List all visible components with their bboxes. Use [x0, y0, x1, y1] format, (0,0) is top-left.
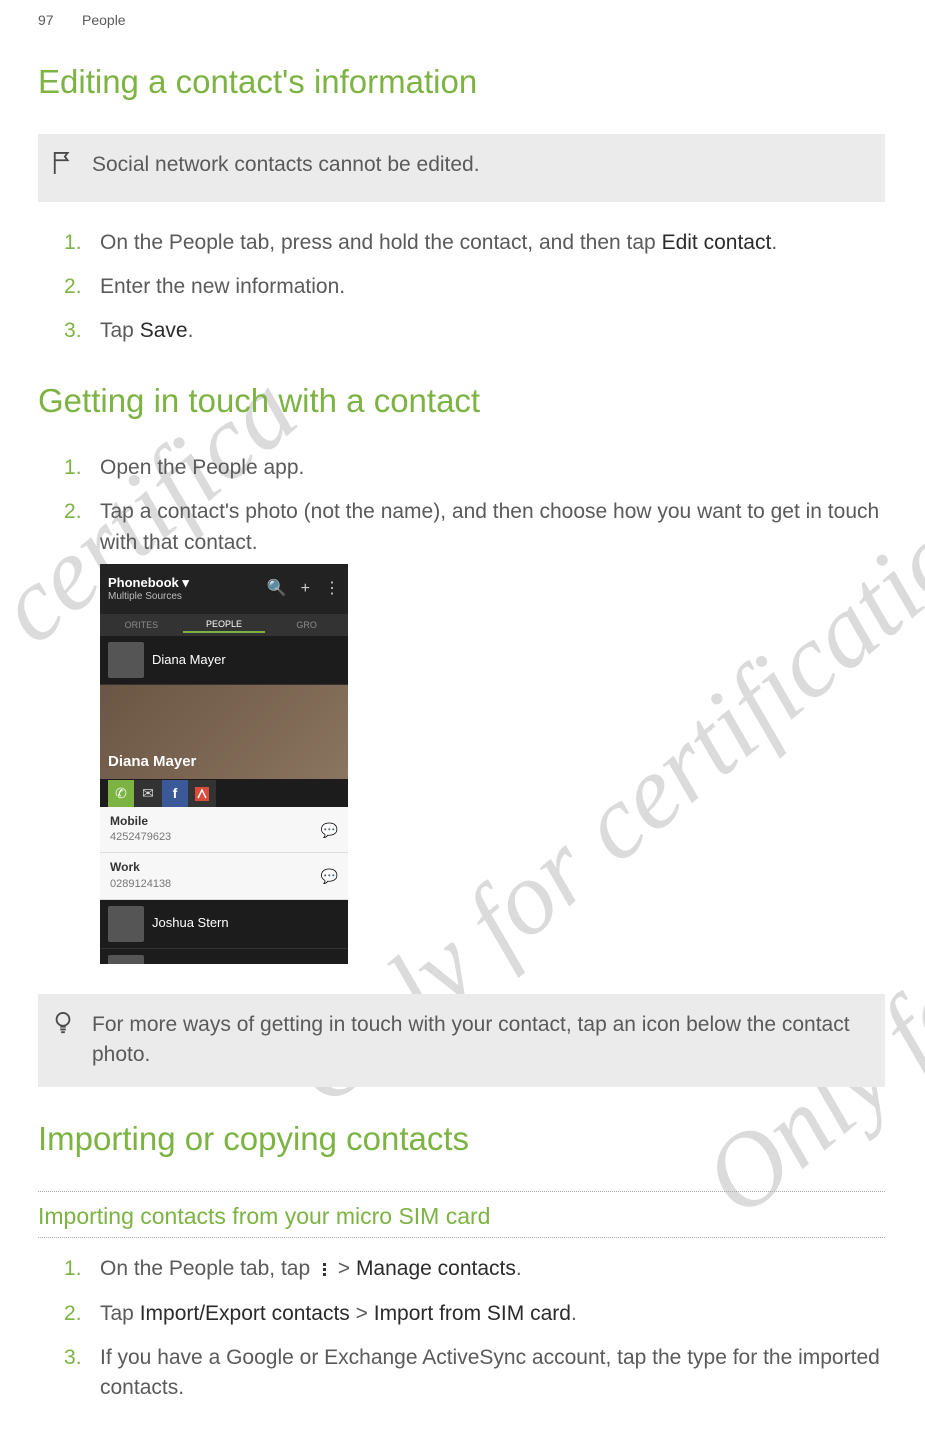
hero-name: Diana Mayer [108, 751, 196, 773]
ss-contact-row: Diana Mayer [100, 636, 348, 685]
ss-title: Phonebook ▾ [108, 576, 189, 590]
editing-steps: On the People tab, press and hold the co… [64, 228, 885, 347]
detail-label: Work [110, 859, 171, 876]
ss-tab-favorites: ORITES [100, 619, 183, 632]
avatar [108, 955, 144, 964]
step-text: . [516, 1257, 522, 1280]
importing-steps: On the People tab, tap > Manage contacts… [64, 1254, 885, 1404]
plus-icon: + [301, 577, 310, 600]
bulb-icon [52, 1010, 74, 1045]
step-bold: Edit contact [662, 231, 772, 254]
menu-dots-icon [319, 1261, 329, 1279]
ss-contact-row: Joshua Stern [100, 900, 348, 949]
editing-step-2: Enter the new information. [64, 272, 885, 302]
contact-name: Joshua Stern [152, 914, 229, 933]
importing-step-2: Tap Import/Export contacts > Import from… [64, 1299, 885, 1329]
step-text: Tap [100, 319, 140, 342]
ss-details: Mobile 4252479623 💬 Work 0289124138 💬 [100, 807, 348, 900]
sms-icon: 💬 [321, 866, 338, 886]
ss-tab-groups: GRO [265, 619, 348, 632]
step-bold: Import from SIM card [374, 1302, 571, 1325]
page-header: 97 People [38, 10, 885, 30]
hero-action-icons: ✆ ✉ f [108, 780, 216, 807]
getting-steps: Open the People app. Tap a contact's pho… [64, 453, 885, 964]
editing-step-1: On the People tab, press and hold the co… [64, 228, 885, 258]
heading-editing: Editing a contact's information [38, 58, 885, 106]
phone-screenshot: Phonebook ▾ Multiple Sources 🔍 + ⋮ ORITE… [100, 564, 348, 964]
importing-step-3: If you have a Google or Exchange ActiveS… [64, 1343, 885, 1404]
subheading-importing-sim: Importing contacts from your micro SIM c… [38, 1200, 885, 1238]
step-text: > [332, 1257, 356, 1280]
getting-step-2: Tap a contact's photo (not the name), an… [64, 497, 885, 964]
step-text: Tap a contact's photo (not the name), an… [100, 500, 879, 553]
tip-text-getting: For more ways of getting in touch with y… [92, 1010, 871, 1071]
step-text: . [771, 231, 777, 254]
ss-top-bar: Phonebook ▾ Multiple Sources 🔍 + ⋮ [100, 564, 348, 614]
heading-importing: Importing or copying contacts [38, 1115, 885, 1163]
ss-detail-mobile: Mobile 4252479623 💬 [100, 807, 348, 853]
ss-tab-people: PEOPLE [183, 618, 266, 633]
flag-icon [52, 150, 74, 185]
detail-label: Mobile [110, 813, 171, 830]
menu-icon: ⋮ [324, 577, 340, 600]
detail-value: 0289124138 [110, 877, 171, 893]
ss-action-icons: 🔍 + ⋮ [267, 577, 340, 600]
step-text: . [571, 1302, 577, 1325]
page-number: 97 [38, 10, 62, 30]
facebook-icon: f [162, 780, 189, 807]
note-text-editing: Social network contacts cannot be edited… [92, 150, 871, 180]
sms-icon: 💬 [321, 820, 338, 840]
ss-contact-hero: Diana Mayer ✆ ✉ f [100, 685, 348, 779]
detail-value: 4252479623 [110, 830, 171, 846]
section-name: People [82, 10, 126, 30]
contact-name: Diana Mayer [152, 651, 226, 670]
ss-subtitle: Multiple Sources [108, 591, 189, 602]
ss-tabs: ORITES PEOPLE GRO [100, 614, 348, 636]
importing-step-1: On the People tab, tap > Manage contacts… [64, 1254, 885, 1284]
step-text: On the People tab, tap [100, 1257, 316, 1280]
step-text: . [188, 319, 194, 342]
getting-step-1: Open the People app. [64, 453, 885, 483]
step-bold: Manage contacts [356, 1257, 516, 1280]
contact-name: Katie Jackson [152, 963, 233, 964]
tip-box-getting: For more ways of getting in touch with y… [38, 994, 885, 1087]
editing-step-3: Tap Save. [64, 316, 885, 346]
step-bold: Save [140, 319, 188, 342]
avatar [108, 642, 144, 678]
heading-getting: Getting in touch with a contact [38, 377, 885, 425]
step-bold: Import/Export contacts [140, 1302, 350, 1325]
step-text: > [350, 1302, 374, 1325]
map-icon [189, 780, 216, 807]
ss-contact-row: Katie Jackson [100, 949, 348, 964]
search-icon: 🔍 [267, 577, 287, 600]
subsection-divider: Importing contacts from your micro SIM c… [38, 1191, 885, 1238]
step-text: On the People tab, press and hold the co… [100, 231, 662, 254]
ss-detail-work: Work 0289124138 💬 [100, 853, 348, 899]
note-box-editing: Social network contacts cannot be edited… [38, 134, 885, 201]
step-text: Tap [100, 1302, 140, 1325]
mail-icon: ✉ [135, 780, 162, 807]
avatar [108, 906, 144, 942]
call-icon: ✆ [108, 780, 135, 807]
